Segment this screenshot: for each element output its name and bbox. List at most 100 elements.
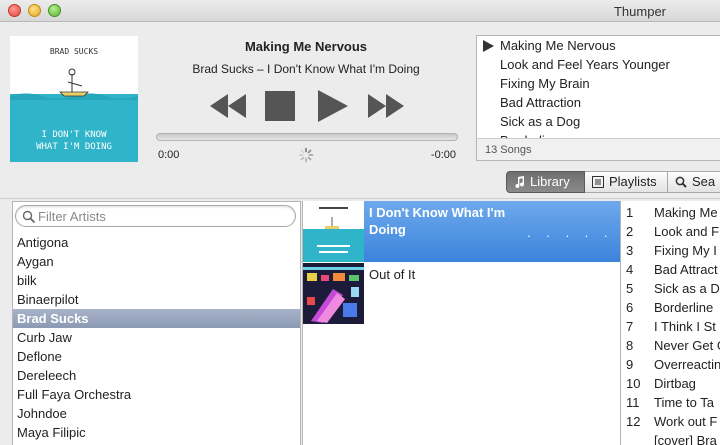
artist-item[interactable]: Brad Sucks (13, 309, 300, 328)
artist-item[interactable]: Curb Jaw (13, 328, 300, 347)
track-number: 3 (626, 243, 634, 258)
zoom-window-button[interactable] (48, 4, 61, 17)
time-elapsed: 0:00 (158, 149, 180, 161)
track-row[interactable]: [cover] Bra (621, 431, 720, 445)
track-row[interactable]: 5 Sick as a D (621, 279, 720, 298)
title-bar: Thumper (0, 0, 720, 22)
album-row[interactable]: Out of It (303, 263, 621, 324)
tab-search-label: Sea (692, 174, 716, 189)
track-title: Look and F (654, 224, 720, 239)
stop-button[interactable] (264, 88, 296, 124)
track-title: Sick as a D (654, 281, 720, 296)
queue-item[interactable]: Bad Attraction (477, 93, 720, 112)
track-number: 4 (626, 262, 634, 277)
play-queue: Making Me Nervous Look and Feel Years You… (476, 35, 720, 161)
artists-pane: AntigonaAyganbilkBinaerpilotBrad SucksCu… (12, 201, 301, 445)
filter-artists-field[interactable] (15, 205, 296, 227)
filter-artists-input[interactable] (38, 208, 288, 224)
artist-item[interactable]: Aygan (13, 252, 300, 271)
track-row[interactable]: 1 Making Me (621, 203, 720, 222)
artist-item[interactable]: Johndoe (13, 404, 300, 423)
album-title: I Don't Know What I'm Doing (369, 205, 506, 237)
artist-list: Antigona Aygan bilk Binaerpilot Brad Sucks Cu… (13, 233, 300, 442)
library-tabs: Library Playlists Sea (506, 171, 720, 193)
track-title: Time to Ta (654, 395, 714, 410)
next-button[interactable] (366, 88, 406, 124)
track-number: 11 (626, 395, 640, 410)
now-playing-subtitle: Brad Sucks – I Don't Know What I'm Doing (192, 62, 420, 76)
artist-item[interactable]: Dereleech (13, 366, 300, 385)
track-number: 7 (626, 319, 634, 334)
track-title: Work out F (654, 414, 718, 429)
playlist-icon (592, 176, 604, 188)
tab-search[interactable]: Sea (668, 171, 720, 193)
artist-item[interactable]: Deflone (13, 347, 300, 366)
track-row[interactable]: 9 Overreactin (621, 355, 720, 374)
artist-item[interactable]: Maya Filipic (13, 423, 300, 442)
queue-item[interactable]: Look and Feel Years Younger (477, 55, 720, 74)
previous-button[interactable] (208, 88, 248, 124)
artist-item[interactable]: Antigona (13, 233, 300, 252)
track-title: Making Me (654, 205, 718, 220)
now-playing-title: Making Me Nervous (244, 39, 368, 54)
queue-item-label: Look and Feel Years Younger (500, 57, 670, 72)
track-title: Fixing My I (654, 243, 717, 258)
album-art-title-line2: WHAT I'M DOING (36, 142, 112, 152)
track-title: Overreactin (654, 357, 720, 372)
artist-item[interactable]: Binaerpilot (13, 290, 300, 309)
track-row[interactable]: 8 Never Get G (621, 336, 720, 355)
previous-icon (210, 94, 246, 118)
track-row[interactable]: 11 Time to Ta (621, 393, 720, 412)
play-button[interactable] (316, 88, 350, 124)
tab-playlists[interactable]: Playlists (585, 171, 668, 193)
track-row[interactable]: 12 Work out F (621, 412, 720, 431)
track-number: 8 (626, 338, 634, 353)
track-row[interactable]: 3 Fixing My I (621, 241, 720, 260)
track-title: Borderline (654, 300, 714, 315)
tab-library[interactable]: Library (506, 171, 585, 193)
track-row[interactable]: 4 Bad Attract (621, 260, 720, 279)
now-playing-album-art: BRAD SUCKS I DON'T KNOW WHAT I'M DOING (10, 36, 138, 162)
album-loading-dots: . . . . . (527, 225, 614, 240)
album-art-artist-text: BRAD SUCKS (50, 47, 98, 56)
queue-item-label: Bad Attraction (500, 95, 581, 110)
track-title: I Think I St (654, 319, 716, 334)
stop-icon (265, 91, 295, 121)
queue-list[interactable]: Making Me Nervous Look and Feel Years You… (477, 36, 720, 139)
search-icon (675, 176, 687, 188)
track-title: Bad Attract (654, 262, 718, 277)
track-title: Dirtbag (654, 376, 696, 391)
track-title: Never Get G (654, 338, 720, 353)
album-title: Out of It (369, 267, 416, 282)
track-row[interactable]: 10 Dirtbag (621, 374, 720, 393)
track-number: 5 (626, 281, 634, 296)
loading-spinner-icon (298, 147, 314, 163)
music-note-icon (515, 176, 525, 188)
queue-item-label: Making Me Nervous (500, 38, 616, 53)
track-number: 12 (626, 414, 641, 429)
track-row[interactable]: 6 Borderline (621, 298, 720, 317)
minimize-window-button[interactable] (28, 4, 41, 17)
track-row[interactable]: 2 Look and F (621, 222, 720, 241)
artist-item[interactable]: Full Faya Orchestra (13, 385, 300, 404)
track-number: 1 (626, 205, 634, 220)
album-row[interactable]: I Don't Know What I'm Doing . . . . . (303, 201, 621, 262)
close-window-button[interactable] (8, 4, 21, 17)
artist-item[interactable]: bilk (13, 271, 300, 290)
track-number: 2 (626, 224, 634, 239)
track-number: 9 (626, 357, 634, 372)
play-icon (318, 90, 348, 122)
queue-item[interactable]: Sick as a Dog (477, 112, 720, 131)
section-divider (0, 198, 720, 199)
playback-progress-slider[interactable] (156, 133, 458, 141)
album-thumbnail (303, 201, 364, 262)
tab-library-label: Library (530, 174, 570, 189)
track-row[interactable]: 7 I Think I St (621, 317, 720, 336)
album-art-title-line1: I DON'T KNOW (41, 130, 107, 140)
albums-pane: I Don't Know What I'm Doing . . . . . Ou… (302, 201, 621, 445)
queue-item[interactable]: Making Me Nervous (477, 36, 720, 55)
queue-item-label: Fixing My Brain (500, 76, 590, 91)
queue-item[interactable]: Fixing My Brain (477, 74, 720, 93)
next-icon (368, 94, 404, 118)
queue-item-label: Sick as a Dog (500, 114, 581, 129)
